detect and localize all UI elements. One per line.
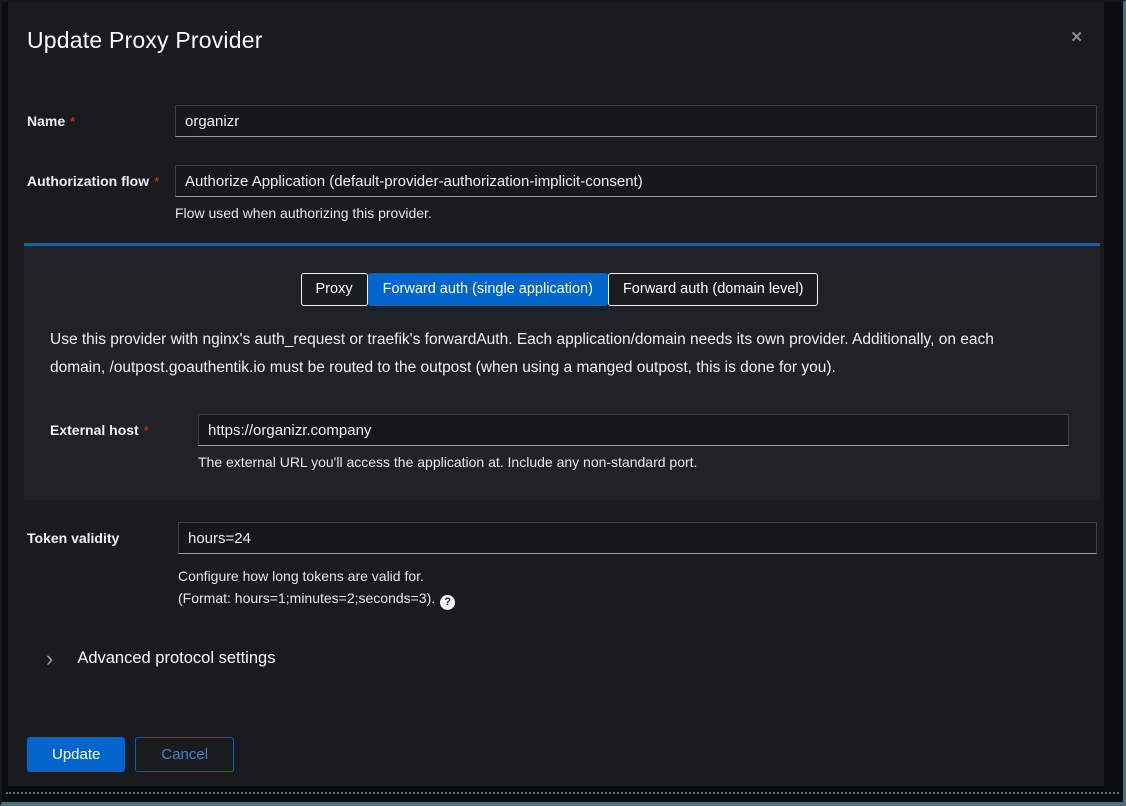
advanced-protocol-settings-toggle[interactable]: › Advanced protocol settings	[27, 648, 1097, 670]
token-validity-row: Token validity Configure how long tokens…	[27, 522, 1097, 610]
mode-tab-forward-auth-single[interactable]: Forward auth (single application)	[368, 273, 608, 306]
proxy-mode-toggle-group: Proxy Forward auth (single application) …	[50, 273, 1069, 306]
mode-tab-forward-auth-domain[interactable]: Forward auth (domain level)	[608, 273, 819, 306]
chevron-right-icon: ›	[46, 648, 53, 670]
advanced-protocol-settings-label: Advanced protocol settings	[77, 649, 275, 668]
required-marker: *	[154, 174, 159, 189]
external-host-label: External host*	[50, 414, 198, 440]
authorization-flow-help: Flow used when authorizing this provider…	[175, 203, 1097, 223]
mode-tab-proxy[interactable]: Proxy	[301, 273, 368, 306]
modal-header: Update Proxy Provider ✕	[27, 24, 1097, 56]
external-host-input[interactable]	[198, 414, 1069, 446]
help-icon[interactable]: ?	[440, 595, 455, 610]
update-proxy-provider-modal: Update Proxy Provider ✕ Name* Authorizat…	[8, 2, 1104, 786]
name-label: Name*	[27, 105, 175, 131]
update-button[interactable]: Update	[27, 737, 125, 772]
name-field-row: Name*	[27, 105, 1097, 137]
proxy-mode-card: Proxy Forward auth (single application) …	[24, 243, 1100, 500]
window-frame: Update Proxy Provider ✕ Name* Authorizat…	[0, 0, 1126, 806]
mode-description: Use this provider with nginx's auth_requ…	[50, 326, 1069, 382]
backdrop-focus-outline	[6, 792, 1119, 794]
selected-flow-option: Authorize Application (default-provider-…	[185, 173, 643, 190]
authorization-flow-label: Authorization flow*	[27, 165, 175, 191]
external-host-row: External host* The external URL you'll a…	[50, 414, 1069, 472]
external-host-help: The external URL you'll access the appli…	[198, 452, 1069, 472]
required-marker: *	[144, 423, 149, 438]
token-validity-help: Configure how long tokens are valid for.	[178, 566, 1097, 586]
caret-down-icon: ▼	[1062, 175, 1073, 187]
cancel-button[interactable]: Cancel	[135, 737, 234, 772]
modal-title: Update Proxy Provider	[27, 24, 1097, 56]
required-marker: *	[70, 114, 75, 129]
name-input[interactable]	[175, 105, 1097, 137]
token-validity-label: Token validity	[27, 522, 178, 548]
modal-footer: Update Cancel	[27, 737, 1097, 772]
close-icon[interactable]: ✕	[1070, 30, 1083, 45]
token-validity-format-help: (Format: hours=1;minutes=2;seconds=3).?	[178, 588, 1097, 610]
authorization-flow-select[interactable]: Authorize Application (default-provider-…	[175, 165, 1097, 197]
authorization-flow-row: Authorization flow* Authorize Applicatio…	[27, 165, 1097, 223]
token-validity-input[interactable]	[178, 522, 1097, 554]
